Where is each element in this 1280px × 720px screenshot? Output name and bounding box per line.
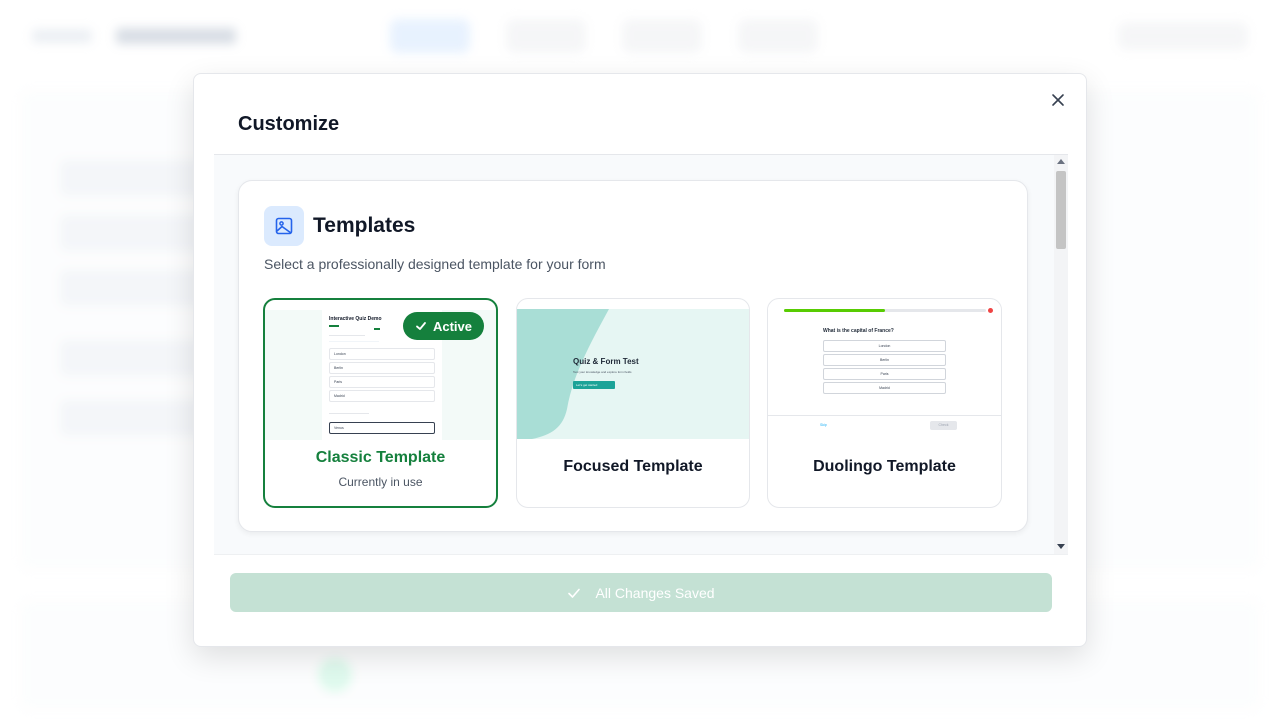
template-card-focused[interactable]: Quiz & Form Test Test your knowledge and… (516, 298, 750, 508)
classic-preview-selected: Venus (329, 422, 435, 434)
duolingo-preview-option: Paris (823, 368, 946, 380)
focused-preview-title: Quiz & Form Test (573, 357, 639, 366)
check-icon (568, 588, 581, 598)
templates-card: Templates Select a professionally design… (238, 180, 1028, 532)
classic-preview-underline (329, 325, 339, 327)
template-card-duolingo[interactable]: What is the capital of France? London Be… (767, 298, 1002, 508)
duolingo-preview-progress-fill (784, 309, 885, 312)
focused-preview-shape (517, 309, 749, 439)
modal-scrollbar[interactable] (1054, 155, 1068, 554)
classic-preview-hint (329, 341, 379, 342)
duolingo-preview-heart-icon (988, 308, 993, 313)
customize-modal: Customize Templates Select a professiona… (193, 73, 1087, 647)
modal-title: Customize (238, 113, 340, 135)
templates-title: Templates (313, 214, 416, 237)
scroll-down-arrow-icon[interactable] (1057, 544, 1065, 549)
check-icon (416, 322, 426, 330)
active-badge: Active (402, 312, 484, 340)
duolingo-preview-option: Madrid (823, 382, 946, 394)
duolingo-preview-skip: Skip (820, 423, 827, 427)
classic-preview-question (329, 335, 365, 336)
template-card-classic[interactable]: Interactive Quiz Demo London Berlin Pari… (263, 298, 498, 508)
duolingo-preview-divider (768, 415, 1001, 416)
duolingo-preview-check: Check (930, 421, 957, 430)
classic-preview-question-2 (329, 413, 369, 414)
duolingo-preview-option: Berlin (823, 354, 946, 366)
duolingo-preview-option: London (823, 340, 946, 352)
focused-template-preview: Quiz & Form Test Test your knowledge and… (517, 309, 749, 439)
active-badge-label: Active (432, 318, 472, 334)
focused-preview-button: Let's get started (573, 381, 615, 389)
classic-preview-title: Interactive Quiz Demo (329, 316, 382, 322)
template-name: Focused Template (563, 458, 703, 475)
close-icon (1052, 94, 1064, 106)
template-name: Classic Template (315, 449, 446, 466)
focused-preview-subtitle: Test your knowledge and explore form fie… (573, 370, 632, 374)
save-status-label: All Changes Saved (595, 584, 715, 601)
classic-preview-option: Berlin (329, 362, 435, 374)
scroll-up-arrow-icon[interactable] (1057, 159, 1065, 164)
modal-footer: All Changes Saved (214, 554, 1068, 628)
save-status-button[interactable]: All Changes Saved (230, 573, 1052, 612)
templates-description: Select a professionally designed templat… (264, 256, 606, 272)
template-name: Duolingo Template (813, 458, 956, 475)
close-button[interactable] (1046, 88, 1070, 112)
classic-preview-progress (374, 328, 380, 330)
templates-icon-container (264, 206, 304, 246)
modal-body: Templates Select a professionally design… (214, 154, 1068, 554)
duolingo-preview-question: What is the capital of France? (823, 328, 894, 334)
classic-preview-option: London (329, 348, 435, 360)
image-icon (275, 217, 293, 235)
classic-preview-option: Paris (329, 376, 435, 388)
duolingo-template-preview: What is the capital of France? London Be… (768, 305, 1001, 435)
template-status: Currently in use (338, 475, 423, 489)
classic-preview-option: Madrid (329, 390, 435, 402)
scrollbar-thumb[interactable] (1056, 171, 1066, 249)
